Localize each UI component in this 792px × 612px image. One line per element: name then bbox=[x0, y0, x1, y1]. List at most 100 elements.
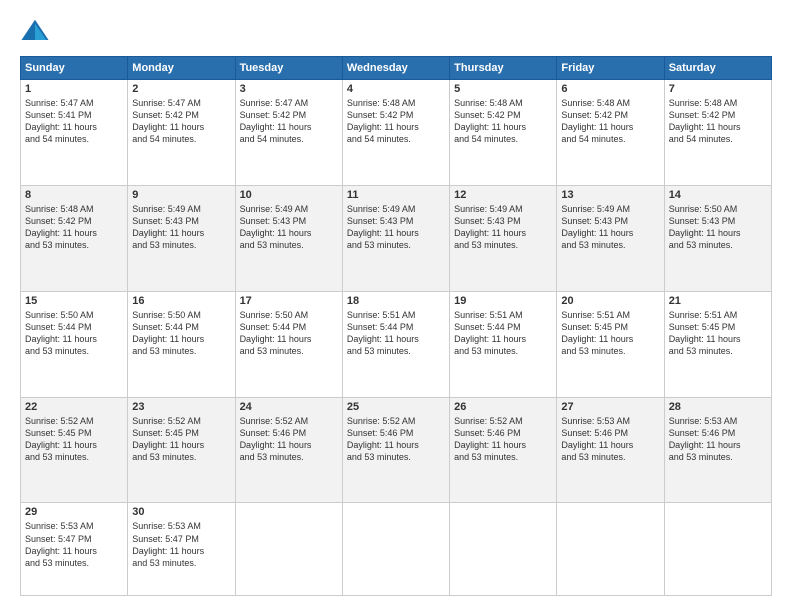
calendar-cell: 18 Sunrise: 5:51 AMSunset: 5:44 PMDayligh… bbox=[342, 291, 449, 397]
day-info: Sunrise: 5:49 AMSunset: 5:43 PMDaylight:… bbox=[240, 203, 338, 252]
calendar-cell: 11 Sunrise: 5:49 AMSunset: 5:43 PMDayligh… bbox=[342, 185, 449, 291]
day-info: Sunrise: 5:47 AMSunset: 5:41 PMDaylight:… bbox=[25, 97, 123, 146]
calendar-cell: 29 Sunrise: 5:53 AMSunset: 5:47 PMDayligh… bbox=[21, 503, 128, 596]
calendar-cell: 15 Sunrise: 5:50 AMSunset: 5:44 PMDayligh… bbox=[21, 291, 128, 397]
calendar-cell bbox=[557, 503, 664, 596]
day-info: Sunrise: 5:52 AMSunset: 5:45 PMDaylight:… bbox=[25, 415, 123, 464]
weekday-header: Friday bbox=[557, 57, 664, 80]
weekday-header: Tuesday bbox=[235, 57, 342, 80]
day-info: Sunrise: 5:49 AMSunset: 5:43 PMDaylight:… bbox=[132, 203, 230, 252]
calendar-cell: 28Sunrise: 5:53 AMSunset: 5:46 PMDayligh… bbox=[664, 397, 771, 503]
day-number: 15 bbox=[25, 295, 123, 307]
day-number: 14 bbox=[669, 189, 767, 201]
calendar-week-row: 22 Sunrise: 5:52 AMSunset: 5:45 PMDayligh… bbox=[21, 397, 772, 503]
calendar-cell: 2 Sunrise: 5:47 AMSunset: 5:42 PMDaylight… bbox=[128, 80, 235, 186]
calendar-week-row: 1 Sunrise: 5:47 AMSunset: 5:41 PMDaylight… bbox=[21, 80, 772, 186]
calendar-cell: 24 Sunrise: 5:52 AMSunset: 5:46 PMDayligh… bbox=[235, 397, 342, 503]
page: SundayMondayTuesdayWednesdayThursdayFrid… bbox=[0, 0, 792, 612]
calendar-cell: 23 Sunrise: 5:52 AMSunset: 5:45 PMDayligh… bbox=[128, 397, 235, 503]
day-info: Sunrise: 5:51 AMSunset: 5:45 PMDaylight:… bbox=[561, 309, 659, 358]
day-info: Sunrise: 5:48 AMSunset: 5:42 PMDaylight:… bbox=[347, 97, 445, 146]
day-info: Sunrise: 5:47 AMSunset: 5:42 PMDaylight:… bbox=[132, 97, 230, 146]
day-number: 1 bbox=[25, 83, 123, 95]
calendar-cell: 9 Sunrise: 5:49 AMSunset: 5:43 PMDaylight… bbox=[128, 185, 235, 291]
day-number: 23 bbox=[132, 401, 230, 413]
weekday-header: Saturday bbox=[664, 57, 771, 80]
day-info: Sunrise: 5:50 AMSunset: 5:44 PMDaylight:… bbox=[25, 309, 123, 358]
weekday-header-row: SundayMondayTuesdayWednesdayThursdayFrid… bbox=[21, 57, 772, 80]
calendar-cell: 27Sunrise: 5:53 AMSunset: 5:46 PMDayligh… bbox=[557, 397, 664, 503]
day-info: Sunrise: 5:48 AMSunset: 5:42 PMDaylight:… bbox=[25, 203, 123, 252]
calendar-cell: 6 Sunrise: 5:48 AMSunset: 5:42 PMDaylight… bbox=[557, 80, 664, 186]
day-info: Sunrise: 5:50 AMSunset: 5:43 PMDaylight:… bbox=[669, 203, 767, 252]
day-number: 13 bbox=[561, 189, 659, 201]
logo bbox=[20, 16, 54, 46]
calendar-cell: 30 Sunrise: 5:53 AMSunset: 5:47 PMDayligh… bbox=[128, 503, 235, 596]
day-info: Sunrise: 5:51 AMSunset: 5:44 PMDaylight:… bbox=[347, 309, 445, 358]
day-info: Sunrise: 5:52 AMSunset: 5:46 PMDaylight:… bbox=[240, 415, 338, 464]
day-number: 3 bbox=[240, 83, 338, 95]
day-number: 9 bbox=[132, 189, 230, 201]
day-info: Sunrise: 5:50 AMSunset: 5:44 PMDaylight:… bbox=[240, 309, 338, 358]
day-number: 17 bbox=[240, 295, 338, 307]
day-info: Sunrise: 5:51 AMSunset: 5:44 PMDaylight:… bbox=[454, 309, 552, 358]
calendar-cell: 7 Sunrise: 5:48 AMSunset: 5:42 PMDaylight… bbox=[664, 80, 771, 186]
day-number: 7 bbox=[669, 83, 767, 95]
day-number: 30 bbox=[132, 506, 230, 518]
weekday-header: Monday bbox=[128, 57, 235, 80]
day-number: 8 bbox=[25, 189, 123, 201]
calendar-cell: 21 Sunrise: 5:51 AMSunset: 5:45 PMDayligh… bbox=[664, 291, 771, 397]
day-info: Sunrise: 5:53 AMSunset: 5:47 PMDaylight:… bbox=[132, 520, 230, 569]
calendar-cell bbox=[342, 503, 449, 596]
day-number: 19 bbox=[454, 295, 552, 307]
day-number: 16 bbox=[132, 295, 230, 307]
calendar-cell: 19 Sunrise: 5:51 AMSunset: 5:44 PMDayligh… bbox=[450, 291, 557, 397]
day-info: Sunrise: 5:48 AMSunset: 5:42 PMDaylight:… bbox=[561, 97, 659, 146]
calendar-cell: 12Sunrise: 5:49 AMSunset: 5:43 PMDayligh… bbox=[450, 185, 557, 291]
calendar-cell: 17 Sunrise: 5:50 AMSunset: 5:44 PMDayligh… bbox=[235, 291, 342, 397]
calendar-cell: 1 Sunrise: 5:47 AMSunset: 5:41 PMDaylight… bbox=[21, 80, 128, 186]
calendar-cell: 3 Sunrise: 5:47 AMSunset: 5:42 PMDaylight… bbox=[235, 80, 342, 186]
day-info: Sunrise: 5:49 AMSunset: 5:43 PMDaylight:… bbox=[561, 203, 659, 252]
calendar-table: SundayMondayTuesdayWednesdayThursdayFrid… bbox=[20, 56, 772, 596]
calendar-cell: 14 Sunrise: 5:50 AMSunset: 5:43 PMDayligh… bbox=[664, 185, 771, 291]
day-number: 26 bbox=[454, 401, 552, 413]
day-info: Sunrise: 5:50 AMSunset: 5:44 PMDaylight:… bbox=[132, 309, 230, 358]
day-number: 18 bbox=[347, 295, 445, 307]
day-info: Sunrise: 5:52 AMSunset: 5:46 PMDaylight:… bbox=[454, 415, 552, 464]
header bbox=[20, 16, 772, 46]
day-info: Sunrise: 5:53 AMSunset: 5:47 PMDaylight:… bbox=[25, 520, 123, 569]
calendar-cell: 5Sunrise: 5:48 AMSunset: 5:42 PMDaylight… bbox=[450, 80, 557, 186]
calendar-cell: 20 Sunrise: 5:51 AMSunset: 5:45 PMDayligh… bbox=[557, 291, 664, 397]
day-info: Sunrise: 5:53 AMSunset: 5:46 PMDaylight:… bbox=[561, 415, 659, 464]
day-number: 11 bbox=[347, 189, 445, 201]
day-number: 29 bbox=[25, 506, 123, 518]
day-info: Sunrise: 5:49 AMSunset: 5:43 PMDaylight:… bbox=[454, 203, 552, 252]
calendar-cell: 26 Sunrise: 5:52 AMSunset: 5:46 PMDayligh… bbox=[450, 397, 557, 503]
day-number: 24 bbox=[240, 401, 338, 413]
calendar-cell bbox=[664, 503, 771, 596]
calendar-cell: 13 Sunrise: 5:49 AMSunset: 5:43 PMDayligh… bbox=[557, 185, 664, 291]
day-info: Sunrise: 5:49 AMSunset: 5:43 PMDaylight:… bbox=[347, 203, 445, 252]
day-info: Sunrise: 5:47 AMSunset: 5:42 PMDaylight:… bbox=[240, 97, 338, 146]
day-number: 22 bbox=[25, 401, 123, 413]
day-number: 20 bbox=[561, 295, 659, 307]
day-number: 2 bbox=[132, 83, 230, 95]
calendar-cell: 25Sunrise: 5:52 AMSunset: 5:46 PMDayligh… bbox=[342, 397, 449, 503]
calendar-cell: 8 Sunrise: 5:48 AMSunset: 5:42 PMDaylight… bbox=[21, 185, 128, 291]
calendar-cell: 16 Sunrise: 5:50 AMSunset: 5:44 PMDayligh… bbox=[128, 291, 235, 397]
day-number: 21 bbox=[669, 295, 767, 307]
day-info: Sunrise: 5:52 AMSunset: 5:45 PMDaylight:… bbox=[132, 415, 230, 464]
calendar-cell: 10 Sunrise: 5:49 AMSunset: 5:43 PMDayligh… bbox=[235, 185, 342, 291]
day-number: 10 bbox=[240, 189, 338, 201]
day-info: Sunrise: 5:48 AMSunset: 5:42 PMDaylight:… bbox=[669, 97, 767, 146]
calendar-cell: 22 Sunrise: 5:52 AMSunset: 5:45 PMDayligh… bbox=[21, 397, 128, 503]
calendar-cell bbox=[450, 503, 557, 596]
day-info: Sunrise: 5:52 AMSunset: 5:46 PMDaylight:… bbox=[347, 415, 445, 464]
day-number: 6 bbox=[561, 83, 659, 95]
calendar-week-row: 15 Sunrise: 5:50 AMSunset: 5:44 PMDayligh… bbox=[21, 291, 772, 397]
day-number: 5 bbox=[454, 83, 552, 95]
day-info: Sunrise: 5:51 AMSunset: 5:45 PMDaylight:… bbox=[669, 309, 767, 358]
day-info: Sunrise: 5:53 AMSunset: 5:46 PMDaylight:… bbox=[669, 415, 767, 464]
weekday-header: Sunday bbox=[21, 57, 128, 80]
